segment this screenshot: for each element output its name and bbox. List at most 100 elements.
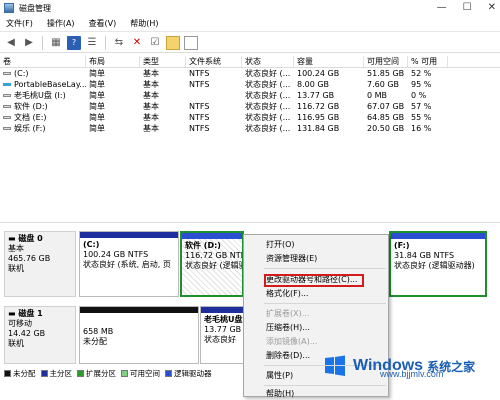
legend-swatch <box>4 370 11 377</box>
volume-type: 基本 <box>143 102 159 111</box>
volume-free-space: 20.50 GB <box>367 124 405 133</box>
partition-c[interactable]: (C:) 100.24 GB NTFS 状态良好 (系统, 启动, 页 <box>79 231 179 297</box>
disk-type: 基本 <box>8 244 24 253</box>
column-free-space[interactable]: 可用空间 <box>364 56 408 67</box>
menu-help[interactable]: 帮助(H) <box>130 18 158 29</box>
disk-type: 可移动 <box>8 319 32 328</box>
folder-icon[interactable] <box>166 35 180 50</box>
column-percent-free[interactable]: % 可用 <box>408 56 448 67</box>
disk-icon: ▬ <box>8 234 19 243</box>
drive-icon <box>3 127 11 130</box>
menu-item-help[interactable]: 帮助(H) <box>244 388 390 400</box>
disk-status: 联机 <box>8 339 24 348</box>
delete-icon[interactable]: ✕ <box>130 36 144 50</box>
volume-list: 卷 布局 类型 文件系统 状态 容量 可用空间 % 可用 (C:) 简单 基本 … <box>0 56 500 134</box>
window-controls: — ☐ ✕ <box>437 2 496 13</box>
toolbar-separator <box>105 35 106 50</box>
column-volume[interactable]: 卷 <box>0 56 86 67</box>
column-filesystem[interactable]: 文件系统 <box>186 56 242 67</box>
menu-action[interactable]: 操作(A) <box>47 18 75 29</box>
volume-name: 文档 (E:) <box>14 113 47 122</box>
volume-list-header: 卷 布局 类型 文件系统 状态 容量 可用空间 % 可用 <box>0 56 500 68</box>
volume-capacity: 100.24 GB <box>297 69 340 78</box>
legend-item: 主分区 <box>40 368 72 379</box>
disk-icon: ▬ <box>8 309 19 318</box>
grid-icon[interactable]: ▦ <box>49 36 63 50</box>
volume-percent-free: 0 % <box>411 91 427 100</box>
menu-item-open[interactable]: 打开(O) <box>244 239 390 251</box>
volume-capacity: 116.95 GB <box>297 113 340 122</box>
table-row[interactable]: 老毛桃U盘 (I:) 简单 基本 状态良好 (... 13.77 GB 0 MB… <box>0 90 500 101</box>
check-icon[interactable]: ☑ <box>148 36 162 50</box>
volume-capacity: 116.72 GB <box>297 102 340 111</box>
table-row[interactable]: 娱乐 (F:) 简单 基本 NTFS 状态良好 (... 131.84 GB 2… <box>0 123 500 134</box>
forward-icon[interactable]: ▶ <box>22 36 36 50</box>
partition-f[interactable]: (F:) 31.84 GB NTFS 状态良好 (逻辑驱动器) <box>389 231 487 297</box>
maximize-icon[interactable]: ☐ <box>463 2 472 13</box>
connect-icon[interactable]: ⇆ <box>112 36 126 50</box>
watermark: Windows 系统之家 www.bjjmlv.com <box>322 345 498 387</box>
menu-file[interactable]: 文件(F) <box>6 18 33 29</box>
menu-item-shrink-volume[interactable]: 压缩卷(H)... <box>244 322 390 334</box>
partition-bar <box>80 232 178 238</box>
legend-item: 扩展分区 <box>77 368 116 379</box>
partition-size: 31.84 GB NTFS <box>394 251 455 260</box>
volume-free-space: 51.85 GB <box>367 69 405 78</box>
volume-free-space: 7.60 GB <box>367 80 400 89</box>
volume-free-space: 67.07 GB <box>367 102 405 111</box>
volume-percent-free: 95 % <box>411 80 432 89</box>
menu-item-explore[interactable]: 资源管理器(E) <box>244 253 390 265</box>
partition-size: 116.72 GB NTFS <box>185 251 244 260</box>
disk-management-icon <box>4 3 14 13</box>
partition-unallocated[interactable]: 658 MB 未分配 <box>79 306 199 364</box>
back-icon[interactable]: ◀ <box>4 36 18 50</box>
volume-layout: 简单 <box>89 69 105 78</box>
partition-d[interactable]: 软件 (D:) 116.72 GB NTFS 状态良好 (逻辑驱 <box>180 231 244 297</box>
minimize-icon[interactable]: — <box>437 2 447 13</box>
volume-filesystem: NTFS <box>189 69 210 78</box>
volume-status: 状态良好 (... <box>245 80 291 89</box>
column-type[interactable]: 类型 <box>140 56 186 67</box>
partition-usb[interactable]: 老毛桃U盘 ( 13.77 GB 状态良好 <box>200 306 244 364</box>
partition-name: 老毛桃U盘 ( <box>204 315 243 324</box>
volume-status: 状态良好 (... <box>245 102 291 111</box>
volume-type: 基本 <box>143 69 159 78</box>
partition-status: 状态良好 (逻辑驱 <box>185 261 244 270</box>
windows-logo-icon <box>325 355 345 376</box>
volume-layout: 简单 <box>89 80 105 89</box>
column-layout[interactable]: 布局 <box>86 56 140 67</box>
partition-status: 状态良好 (逻辑驱动器) <box>394 261 475 270</box>
disk-0-label[interactable]: ▬ 磁盘 0 基本 465.76 GB 联机 <box>4 231 76 297</box>
table-row[interactable]: 文档 (E:) 简单 基本 NTFS 状态良好 (... 116.95 GB 6… <box>0 112 500 123</box>
menu-item-extend-volume[interactable]: 扩展卷(X)... <box>244 308 390 320</box>
menu-view[interactable]: 查看(V) <box>89 18 117 29</box>
volume-name: 软件 (D:) <box>14 102 48 111</box>
help-icon[interactable]: ? <box>67 35 81 50</box>
volume-capacity: 13.77 GB <box>297 91 335 100</box>
volume-status: 状态良好 (... <box>245 91 291 100</box>
list-icon[interactable]: ☰ <box>85 36 99 50</box>
volume-percent-free: 55 % <box>411 113 432 122</box>
menu-item-format[interactable]: 格式化(F)... <box>244 288 390 300</box>
disk-name: 磁盘 0 <box>18 234 43 243</box>
legend-swatch <box>40 370 48 377</box>
column-status[interactable]: 状态 <box>242 56 294 67</box>
legend-item: 逻辑驱动器 <box>165 368 212 379</box>
close-icon[interactable]: ✕ <box>488 2 496 13</box>
column-capacity[interactable]: 容量 <box>294 56 364 67</box>
legend-item: 未分配 <box>4 368 36 379</box>
drive-icon <box>3 116 11 119</box>
volume-type: 基本 <box>143 113 159 122</box>
disk-status: 联机 <box>8 264 24 273</box>
legend-swatch <box>77 370 84 377</box>
document-icon[interactable] <box>184 35 198 50</box>
volume-free-space: 0 MB <box>367 91 388 100</box>
table-row[interactable]: PortableBaseLay... 简单 基本 NTFS 状态良好 (... … <box>0 79 500 90</box>
disk-1-label[interactable]: ▬ 磁盘 1 可移动 14.42 GB 联机 <box>4 306 76 364</box>
partition-bar <box>80 307 198 313</box>
table-row[interactable]: 软件 (D:) 简单 基本 NTFS 状态良好 (... 116.72 GB 6… <box>0 101 500 112</box>
disk-name: 磁盘 1 <box>18 309 43 318</box>
partition-bar <box>391 233 485 239</box>
volume-percent-free: 57 % <box>411 102 432 111</box>
table-row[interactable]: (C:) 简单 基本 NTFS 状态良好 (... 100.24 GB 51.8… <box>0 68 500 79</box>
